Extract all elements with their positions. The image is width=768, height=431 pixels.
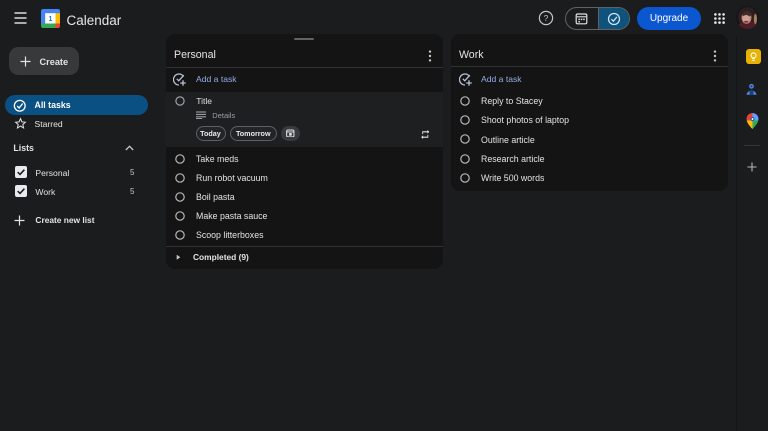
- svg-text:?: ?: [544, 13, 549, 23]
- svg-text:1: 1: [48, 15, 52, 22]
